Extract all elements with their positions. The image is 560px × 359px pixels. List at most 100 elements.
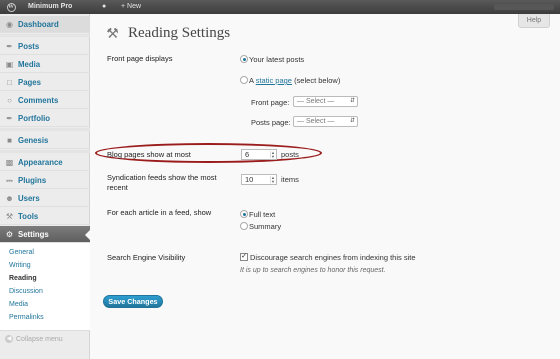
posts-page-select-label: Posts page: [251,118,291,127]
portfolio-icon: ✒ [6,114,13,123]
sidebar-item-label: Comments [18,96,59,105]
posts-page-select[interactable]: — Select — ⇵ [293,116,358,127]
static-page-prefix: A [249,76,254,85]
sidebar-item-media[interactable]: ▣ Media [0,56,90,73]
full-text-label: Full text [249,210,276,219]
sidebar-item-label: Dashboard [18,20,59,29]
settings-submenu: General Writing Reading Discussion Media… [0,243,90,331]
sidebar-item-label: Posts [18,42,40,51]
sidebar-item-plugins[interactable]: ⎓ Plugins [0,172,90,189]
syndication-value: 10 [245,175,254,184]
comments-icon[interactable]: ● [102,0,106,14]
collapse-menu-label: Collapse menu [16,335,63,343]
pin-icon: ✒ [6,42,13,51]
front-page-select-value: — Select — [297,98,335,105]
sidebar-item-genesis[interactable]: ■ Genesis [0,132,90,149]
sidebar-item-settings[interactable]: ⚙ Settings [0,226,91,243]
page-title: Reading Settings [128,25,231,41]
summary-option[interactable]: Summary [240,222,281,231]
visibility-note: It is up to search engines to honor this… [240,267,386,274]
discourage-indexing-checkbox[interactable]: ✓ [240,253,248,262]
sidebar-item-posts[interactable]: ✒ Posts [0,38,90,55]
current-menu-arrow [85,229,91,241]
latest-posts-option[interactable]: Your latest posts [240,55,304,64]
full-text-option[interactable]: Full text [240,210,275,219]
sidebar-item-users[interactable]: ☻ Users [0,190,90,207]
select-arrows-icon: ⇵ [349,98,355,104]
sidebar-item-appearance[interactable]: ▩ Appearance [0,154,90,171]
syndication-input[interactable]: 10 ▲ ▼ [241,174,277,185]
sidebar-item-label: Pages [18,78,41,87]
settings-icon: ⚙ [5,230,14,239]
latest-posts-radio[interactable] [240,55,248,64]
syndication-unit: items [281,175,299,184]
latest-posts-label: Your latest posts [249,55,305,64]
spinner-arrows-icon[interactable]: ▲ ▼ [270,151,275,158]
new-content-link[interactable]: + New [121,0,141,14]
blog-pages-value: 6 [245,150,250,159]
submenu-item-discussion[interactable]: Discussion [9,286,43,298]
save-changes-button[interactable]: Save Changes [103,295,163,308]
sidebar-item-label: Users [18,194,40,203]
blog-pages-label: Blog pages show at most [107,150,191,159]
front-page-select-label: Front page: [251,98,290,107]
static-page-link[interactable]: static page [256,76,292,85]
blog-pages-unit: posts [281,150,299,159]
submenu-item-general[interactable]: General [9,247,34,259]
admin-sidebar: ◉ Dashboard ✒ Posts ▣ Media □ Pages ○ Co… [0,14,91,359]
admin-bar: W Minimum Pro ● + New [0,0,560,14]
dashboard-icon: ◉ [6,20,13,29]
syndication-label-line2: recent [107,183,128,192]
users-icon: ☻ [5,194,14,203]
static-page-suffix: (select below) [294,76,341,85]
submenu-item-permalinks[interactable]: Permalinks [9,312,44,324]
discourage-indexing-label: Discourage search engines from indexing … [250,253,416,262]
search-visibility-label: Search Engine Visibility [107,253,186,262]
sidebar-separator [0,34,90,37]
tools-icon: ⚒ [5,212,14,221]
sidebar-item-tools[interactable]: ⚒ Tools [0,208,90,225]
summary-radio[interactable] [240,222,248,231]
sidebar-item-dashboard[interactable]: ◉ Dashboard [0,16,90,33]
select-arrows-icon: ⇵ [349,118,355,124]
collapse-menu-button[interactable]: ◀ Collapse menu [5,335,63,343]
sidebar-separator [0,128,90,131]
sidebar-item-pages[interactable]: □ Pages [0,74,90,91]
user-account-menu[interactable] [494,4,554,10]
submenu-item-reading[interactable]: Reading [9,273,37,285]
pages-icon: □ [7,78,12,87]
plugin-icon: ⎓ [6,176,13,185]
sidebar-separator [0,150,90,153]
sidebar-item-label: Appearance [18,158,63,167]
wordpress-logo-icon[interactable]: W [3,0,19,14]
media-icon: ▣ [5,60,14,69]
sidebar-item-portfolio[interactable]: ✒ Portfolio [0,110,90,127]
help-tab-button[interactable]: Help [518,14,550,28]
static-page-option[interactable]: A static page (select below) [240,76,340,85]
static-page-radio[interactable] [240,76,248,85]
sidebar-item-label: Portfolio [18,114,51,123]
comment-icon: ○ [7,96,12,105]
syndication-label-line1: Syndication feeds show the most [107,173,217,182]
sidebar-item-label: Media [18,60,41,69]
sidebar-item-comments[interactable]: ○ Comments [0,92,90,109]
submenu-item-media[interactable]: Media [9,299,28,311]
submenu-item-writing[interactable]: Writing [9,260,31,272]
site-name-link[interactable]: Minimum Pro [28,0,72,14]
appearance-icon: ▩ [5,158,14,167]
spinner-arrows-icon[interactable]: ▲ ▼ [270,176,275,183]
summary-label: Summary [249,222,282,231]
collapse-arrow-icon: ◀ [5,335,13,343]
genesis-icon: ■ [7,136,12,145]
feed-article-label: For each article in a feed, show [107,208,212,217]
posts-page-select-value: — Select — [297,118,335,125]
full-text-radio[interactable] [240,210,248,219]
sidebar-item-label: Genesis [18,136,49,145]
front-page-select[interactable]: — Select — ⇵ [293,96,358,107]
sidebar-item-label: Settings [18,230,49,239]
sidebar-item-label: Tools [18,212,39,221]
front-page-displays-label: Front page displays [107,54,173,63]
discourage-indexing-option[interactable]: ✓ Discourage search engines from indexing… [240,253,416,262]
settings-page-icon: ⚒ [106,25,119,41]
blog-pages-input[interactable]: 6 ▲ ▼ [241,149,277,160]
